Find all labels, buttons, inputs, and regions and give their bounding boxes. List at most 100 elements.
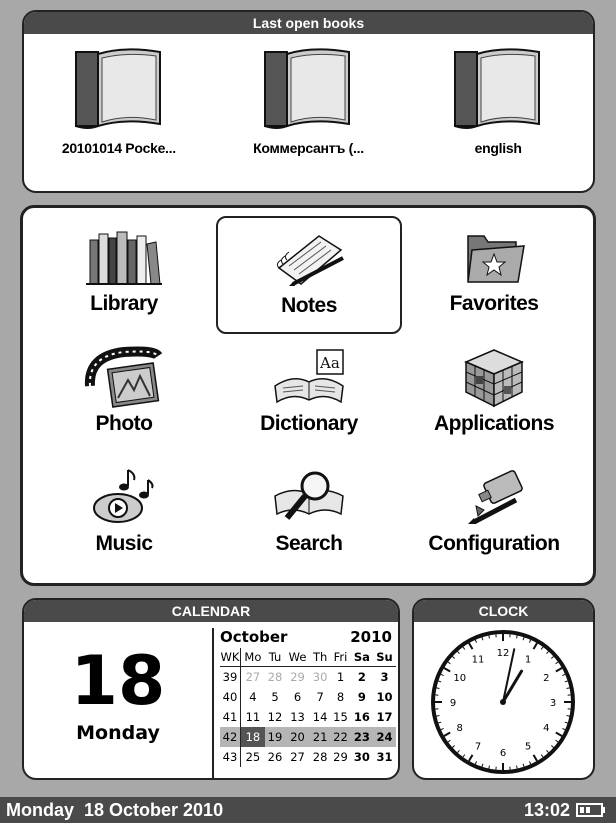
calendar-day[interactable]: 4 <box>241 687 265 707</box>
week-number: 42 <box>220 727 241 747</box>
battery-icon <box>576 803 605 817</box>
calendar-day[interactable]: 2 <box>351 667 373 688</box>
calendar-day[interactable]: 17 <box>373 707 396 727</box>
clock-tick <box>436 715 440 717</box>
dictionary-book-icon: Aa <box>274 349 344 404</box>
menu-item-label: Search <box>275 532 343 555</box>
calendar-day[interactable]: 11 <box>241 707 265 727</box>
menu-item-favorites[interactable]: Favorites <box>401 216 587 334</box>
books-icon <box>86 231 162 285</box>
calendar-day[interactable]: 28 <box>310 747 330 767</box>
recent-book-3[interactable]: english <box>418 46 578 156</box>
menu-item-dictionary[interactable]: Aa Dictionary <box>216 336 402 454</box>
clock-number: 7 <box>475 741 481 752</box>
clock-number: 11 <box>472 655 485 666</box>
calendar-day-today[interactable]: 18 <box>240 727 265 747</box>
menu-item-applications[interactable]: Applications <box>401 336 587 454</box>
cube-icon <box>464 349 524 408</box>
calendar-day[interactable]: 20 <box>285 727 310 747</box>
tools-icon <box>468 470 523 525</box>
calendar-day[interactable]: 15 <box>330 707 350 727</box>
week-number: 40 <box>220 687 241 707</box>
clock-tick <box>488 765 490 769</box>
week-number: 39 <box>220 666 241 687</box>
clock-number: 9 <box>450 698 456 709</box>
calendar-day[interactable]: 27 <box>285 747 310 767</box>
menu-item-library[interactable]: Library <box>31 216 217 334</box>
menu-item-configuration[interactable]: Configuration <box>401 456 587 574</box>
clock-tick <box>516 635 518 639</box>
menu-item-search[interactable]: Search <box>216 456 402 574</box>
calendar-day[interactable]: 6 <box>285 687 310 707</box>
clock-tick <box>488 635 490 639</box>
calendar-day[interactable]: 1 <box>330 667 350 688</box>
calendar-day[interactable]: 7 <box>310 687 330 707</box>
clock-number: 8 <box>457 723 463 734</box>
calendar-day[interactable]: 14 <box>310 707 330 727</box>
book-icon <box>264 48 351 129</box>
calendar-day[interactable]: 27 <box>241 667 265 688</box>
calendar-day[interactable]: 3 <box>373 667 396 688</box>
clock-number: 4 <box>543 723 549 734</box>
calendar-day[interactable]: 19 <box>264 727 286 747</box>
menu-item-label: Configuration <box>428 532 560 555</box>
calendar-day[interactable]: 24 <box>373 727 396 747</box>
clock-number: 2 <box>543 673 549 684</box>
menu-item-label: Library <box>90 292 158 315</box>
recent-book-1[interactable]: 20101014 Pocke... <box>39 46 199 156</box>
clock-widget[interactable]: CLOCK 12 1 2 3 4 5 6 7 8 9 10 11 <box>412 598 595 780</box>
menu-item-label: Notes <box>281 294 337 317</box>
analog-clock-face: 121234567891011 <box>431 630 575 774</box>
menu-item-music[interactable]: Music <box>31 456 217 574</box>
calendar-day[interactable]: 31 <box>373 747 396 767</box>
last-open-books-panel: Last open books 20101014 Pocke... Коммер… <box>22 10 595 193</box>
calendar-day[interactable]: 30 <box>351 747 373 767</box>
clock-number: 12 <box>497 648 510 659</box>
weekday-header: Th <box>309 648 331 667</box>
calendar-year: 2010 <box>350 628 392 646</box>
current-day-number: 18 <box>70 642 166 721</box>
calendar-day[interactable]: 8 <box>330 687 350 707</box>
recent-book-title: 20101014 Pocke... <box>61 140 176 156</box>
calendar-day[interactable]: 12 <box>265 707 285 727</box>
calendar-grid: WK Mo Tu We Th Fri Sa Su 39 27 28 29 30 … <box>220 648 396 767</box>
clock-number: 6 <box>500 748 506 759</box>
folder-star-icon <box>467 235 525 283</box>
menu-item-photo[interactable]: Photo <box>31 336 217 454</box>
calendar-divider <box>212 628 214 778</box>
week-number: 41 <box>220 707 241 727</box>
clock-number: 10 <box>453 673 466 684</box>
calendar-day[interactable]: 28 <box>265 667 285 688</box>
weekday-header: We <box>285 648 310 667</box>
current-week-row: 42 18 19 20 21 22 23 24 <box>220 727 396 747</box>
calendar-day[interactable]: 5 <box>265 687 285 707</box>
main-menu-panel: Library Notes Favorites Photo Aa Diction… <box>20 205 596 586</box>
clock-tick <box>566 715 570 717</box>
calendar-day[interactable]: 29 <box>285 667 310 688</box>
calendar-day[interactable]: 21 <box>309 727 331 747</box>
menu-item-label: Dictionary <box>260 412 358 435</box>
menu-item-label: Applications <box>433 412 555 435</box>
magnifier-book-icon <box>274 471 344 520</box>
calendar-day[interactable]: 10 <box>373 687 396 707</box>
status-bar: Monday 18 October 2010 13:02 <box>0 797 616 823</box>
calendar-day[interactable]: 13 <box>285 707 310 727</box>
calendar-day[interactable]: 26 <box>265 747 285 767</box>
calendar-header: CALENDAR <box>24 600 398 622</box>
calendar-day[interactable]: 29 <box>330 747 350 767</box>
recent-book-title: english <box>474 140 522 156</box>
last-open-books-header: Last open books <box>24 12 593 34</box>
calendar-day[interactable]: 25 <box>241 747 265 767</box>
recent-book-2[interactable]: Коммерсантъ (... <box>228 46 388 156</box>
calendar-day[interactable]: 16 <box>351 707 373 727</box>
calendar-day[interactable]: 22 <box>330 727 351 747</box>
calendar-day[interactable]: 9 <box>351 687 373 707</box>
calendar-widget[interactable]: CALENDAR 18 Monday October 2010 WK Mo Tu… <box>22 598 400 780</box>
current-weekday: Monday <box>76 722 160 744</box>
calendar-month: October <box>220 628 288 646</box>
calendar-day[interactable]: 23 <box>350 727 374 747</box>
week-header: WK <box>220 648 241 667</box>
clock-tick <box>436 687 440 689</box>
calendar-day[interactable]: 30 <box>310 667 330 688</box>
menu-item-notes[interactable]: Notes <box>216 216 402 334</box>
